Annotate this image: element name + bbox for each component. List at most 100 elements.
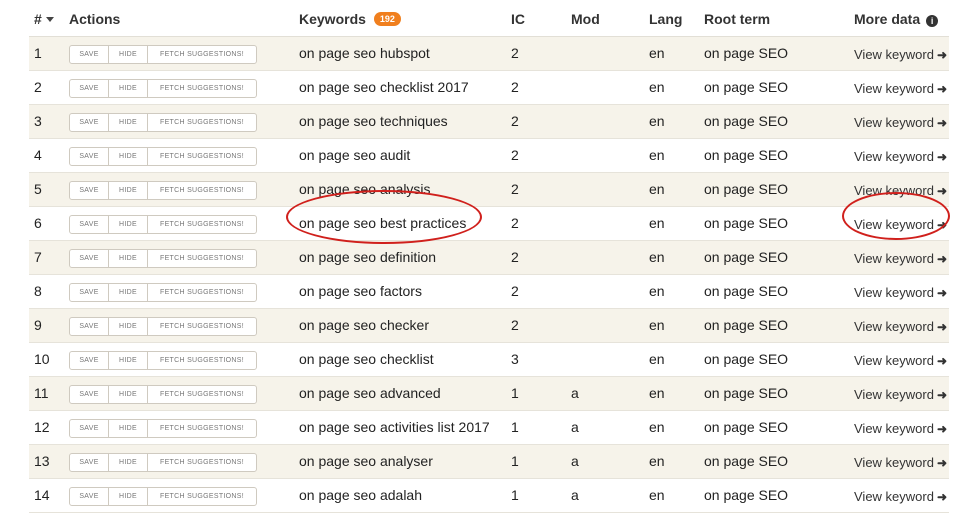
view-keyword-link[interactable]: View keyword ➜ [854,284,947,300]
fetch-suggestions-button[interactable]: FETCH SUGGESTIONS! [148,148,256,165]
hide-button[interactable]: HIDE [109,386,148,403]
view-keyword-link[interactable]: View keyword ➜ [854,216,947,232]
view-keyword-label[interactable]: View keyword [854,421,934,436]
view-keyword-label[interactable]: View keyword [854,217,934,232]
info-circle-icon[interactable]: i [926,15,939,27]
fetch-suggestions-button[interactable]: FETCH SUGGESTIONS! [148,114,256,131]
view-keyword-link[interactable]: View keyword ➜ [854,148,947,164]
arrow-right-icon[interactable]: ➜ [937,252,947,266]
fetch-suggestions-button[interactable]: FETCH SUGGESTIONS! [148,318,256,335]
row-actions: SAVE HIDE FETCH SUGGESTIONS! [69,181,257,200]
header-root-term[interactable]: Root term [704,11,770,27]
header-ic[interactable]: IC [511,11,525,27]
hide-button[interactable]: HIDE [109,420,148,437]
view-keyword-link[interactable]: View keyword ➜ [854,80,947,96]
arrow-right-icon[interactable]: ➜ [937,456,947,470]
fetch-suggestions-button[interactable]: FETCH SUGGESTIONS! [148,182,256,199]
fetch-suggestions-button[interactable]: FETCH SUGGESTIONS! [148,284,256,301]
hide-button[interactable]: HIDE [109,46,148,63]
save-button[interactable]: SAVE [70,80,109,97]
hide-button[interactable]: HIDE [109,182,148,199]
arrow-right-icon[interactable]: ➜ [937,286,947,300]
save-button[interactable]: SAVE [70,352,109,369]
view-keyword-label[interactable]: View keyword [854,353,934,368]
fetch-suggestions-button[interactable]: FETCH SUGGESTIONS! [148,46,256,63]
hide-button[interactable]: HIDE [109,216,148,233]
view-keyword-link[interactable]: View keyword ➜ [854,488,947,504]
save-button[interactable]: SAVE [70,318,109,335]
view-keyword-label[interactable]: View keyword [854,455,934,470]
hide-button[interactable]: HIDE [109,284,148,301]
fetch-suggestions-button[interactable]: FETCH SUGGESTIONS! [148,216,256,233]
save-button[interactable]: SAVE [70,420,109,437]
arrow-right-icon[interactable]: ➜ [937,184,947,198]
hide-button[interactable]: HIDE [109,250,148,267]
hide-button[interactable]: HIDE [109,352,148,369]
save-button[interactable]: SAVE [70,454,109,471]
view-keyword-label[interactable]: View keyword [854,149,934,164]
view-keyword-link[interactable]: View keyword ➜ [854,386,947,402]
save-button[interactable]: SAVE [70,182,109,199]
save-button[interactable]: SAVE [70,386,109,403]
hide-button[interactable]: HIDE [109,488,148,505]
arrow-right-icon[interactable]: ➜ [937,320,947,334]
lang-cell: en [649,351,665,367]
view-keyword-link[interactable]: View keyword ➜ [854,318,947,334]
fetch-suggestions-button[interactable]: FETCH SUGGESTIONS! [148,250,256,267]
root-term-cell: on page SEO [704,317,789,333]
caret-down-icon[interactable] [45,17,54,22]
fetch-suggestions-button[interactable]: FETCH SUGGESTIONS! [148,488,256,505]
arrow-right-icon[interactable]: ➜ [937,388,947,402]
save-button[interactable]: SAVE [70,284,109,301]
view-keyword-label[interactable]: View keyword [854,115,934,130]
table-row: 9 SAVE HIDE FETCH SUGGESTIONS! on page seo c… [29,309,949,343]
view-keyword-link[interactable]: View keyword ➜ [854,114,947,130]
fetch-suggestions-button[interactable]: FETCH SUGGESTIONS! [148,386,256,403]
hide-button[interactable]: HIDE [109,114,148,131]
view-keyword-label[interactable]: View keyword [854,285,934,300]
arrow-right-icon[interactable]: ➜ [937,116,947,130]
header-lang[interactable]: Lang [649,11,682,27]
view-keyword-label[interactable]: View keyword [854,489,934,504]
save-button[interactable]: SAVE [70,148,109,165]
view-keyword-label[interactable]: View keyword [854,81,934,96]
keyword-cell: on page seo checklist [299,351,434,367]
hide-button[interactable]: HIDE [109,454,148,471]
view-keyword-link[interactable]: View keyword ➜ [854,250,947,266]
hide-button[interactable]: HIDE [109,148,148,165]
arrow-right-icon[interactable]: ➜ [937,218,947,232]
view-keyword-label[interactable]: View keyword [854,183,934,198]
view-keyword-link[interactable]: View keyword ➜ [854,420,947,436]
arrow-right-icon[interactable]: ➜ [937,354,947,368]
view-keyword-label[interactable]: View keyword [854,251,934,266]
fetch-suggestions-button[interactable]: FETCH SUGGESTIONS! [148,420,256,437]
view-keyword-link[interactable]: View keyword ➜ [854,182,947,198]
view-keyword-link[interactable]: View keyword ➜ [854,352,947,368]
row-actions: SAVE HIDE FETCH SUGGESTIONS! [69,147,257,166]
hide-button[interactable]: HIDE [109,318,148,335]
save-button[interactable]: SAVE [70,250,109,267]
view-keyword-link[interactable]: View keyword ➜ [854,454,947,470]
table-row: 13 SAVE HIDE FETCH SUGGESTIONS! on page seo … [29,445,949,479]
keyword-cell: on page seo checker [299,317,429,333]
arrow-right-icon[interactable]: ➜ [937,490,947,504]
view-keyword-label[interactable]: View keyword [854,387,934,402]
arrow-right-icon[interactable]: ➜ [937,422,947,436]
save-button[interactable]: SAVE [70,46,109,63]
save-button[interactable]: SAVE [70,216,109,233]
view-keyword-label[interactable]: View keyword [854,319,934,334]
arrow-right-icon[interactable]: ➜ [937,82,947,96]
fetch-suggestions-button[interactable]: FETCH SUGGESTIONS! [148,454,256,471]
header-keywords[interactable]: Keywords [299,11,366,27]
fetch-suggestions-button[interactable]: FETCH SUGGESTIONS! [148,80,256,97]
view-keyword-label[interactable]: View keyword [854,47,934,62]
view-keyword-link[interactable]: View keyword ➜ [854,46,947,62]
header-mod[interactable]: Mod [571,11,600,27]
arrow-right-icon[interactable]: ➜ [937,150,947,164]
fetch-suggestions-button[interactable]: FETCH SUGGESTIONS! [148,352,256,369]
arrow-right-icon[interactable]: ➜ [937,48,947,62]
hide-button[interactable]: HIDE [109,80,148,97]
save-button[interactable]: SAVE [70,114,109,131]
save-button[interactable]: SAVE [70,488,109,505]
sort-by-number[interactable]: # [34,11,54,27]
